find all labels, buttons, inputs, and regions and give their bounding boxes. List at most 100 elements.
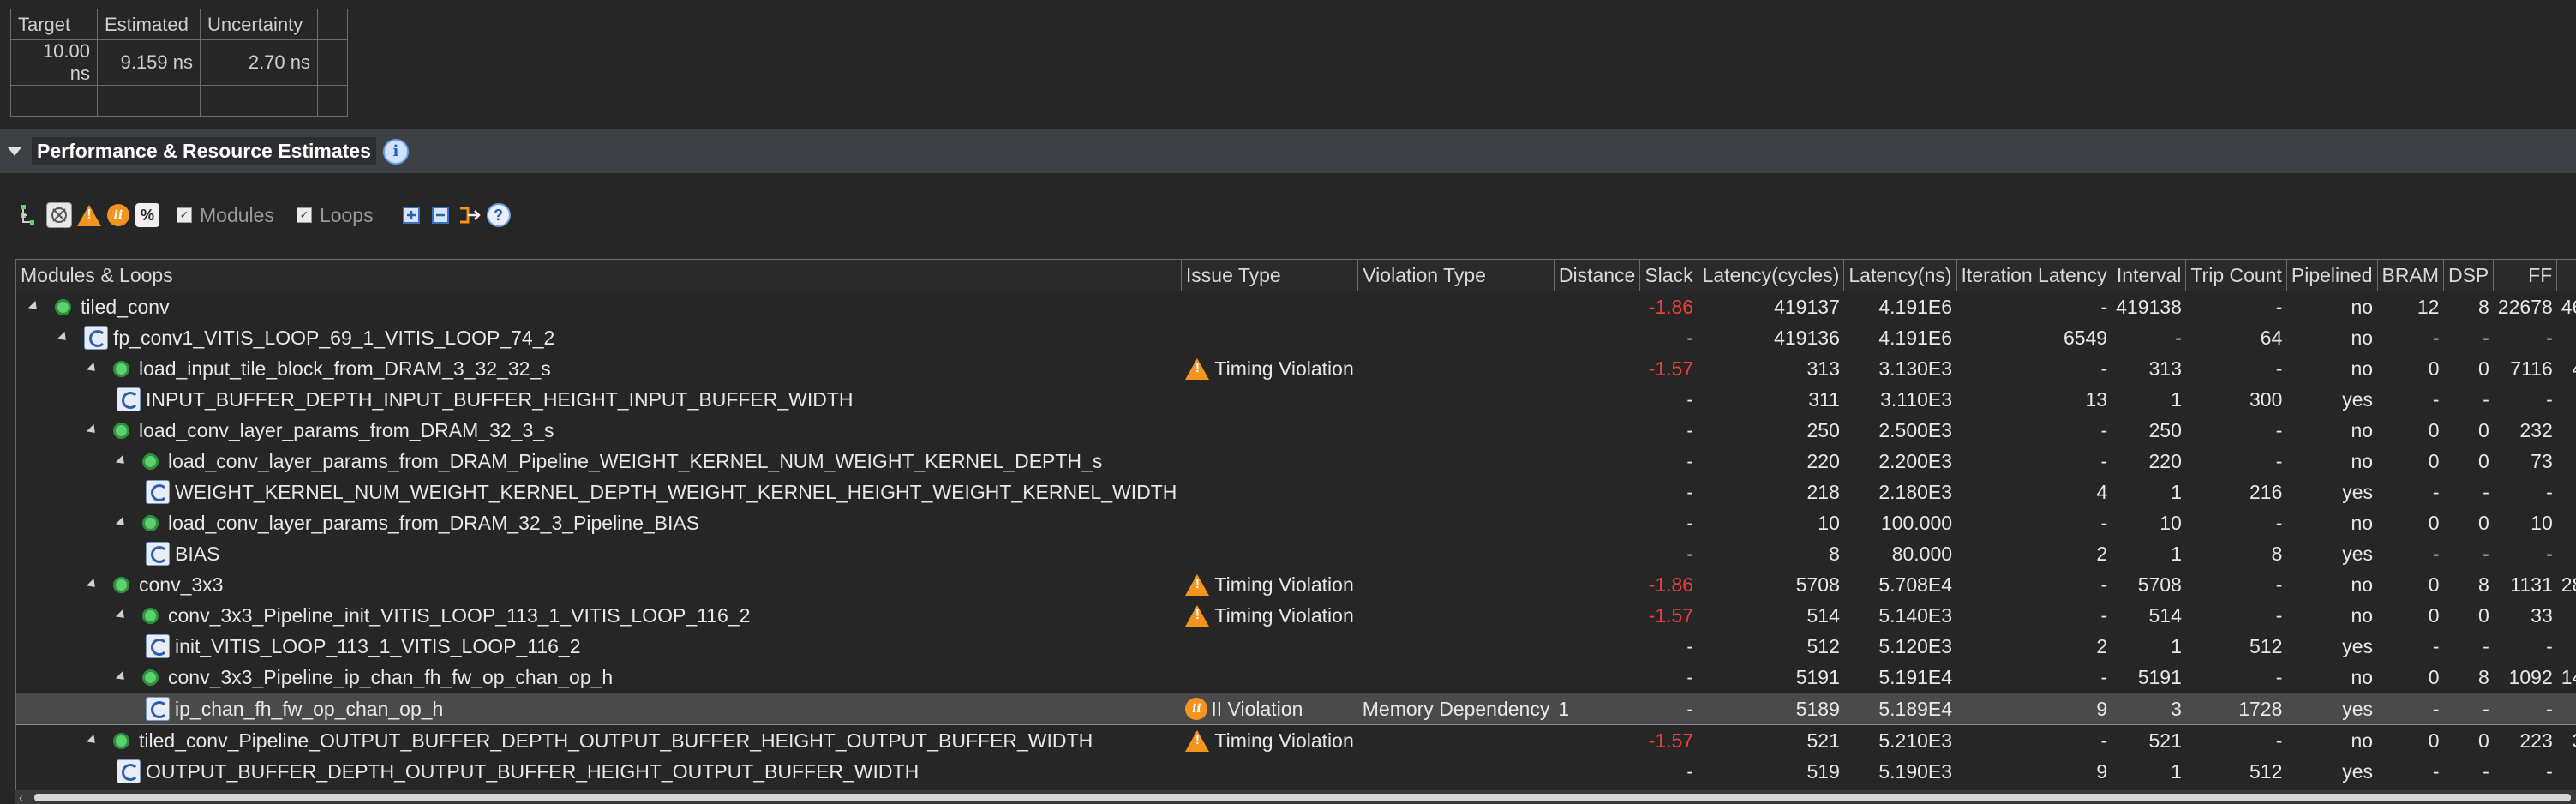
loop-row[interactable]: ip_chan_fh_fw_op_chan_op_h ii II Violation… — [16, 693, 2576, 725]
filter-icon[interactable] — [46, 202, 72, 228]
module-name-cell[interactable]: init_VITIS_LOOP_113_1_VITIS_LOOP_116_2 — [16, 631, 1181, 662]
info-icon[interactable]: i — [382, 138, 409, 165]
hierarchy-icon[interactable] — [17, 203, 41, 227]
module-row[interactable]: load_conv_layer_params_from_DRAM_32_3_s -… — [16, 415, 2576, 446]
module-name-cell[interactable]: load_conv_layer_params_from_DRAM_Pipelin… — [16, 446, 1181, 477]
lut-cell: - — [2557, 384, 2576, 415]
col-latency-cycles[interactable]: Latency(cycles) — [1698, 260, 1845, 291]
issue-type-cell[interactable] — [1181, 756, 1357, 787]
expand-toggle-icon[interactable] — [57, 331, 70, 345]
module-status-icon — [113, 360, 129, 377]
modules-loops-grid[interactable]: Modules & Loops Issue Type Violation Typ… — [15, 259, 2576, 791]
col-pipelined[interactable]: Pipelined — [2286, 260, 2378, 291]
module-row[interactable]: tiled_conv_Pipeline_OUTPUT_BUFFER_DEPTH_… — [16, 725, 2576, 757]
issue-type-cell[interactable]: ! Timing Violation — [1181, 353, 1357, 384]
issue-type-cell[interactable] — [1181, 507, 1357, 538]
scrollbar-thumb[interactable] — [34, 794, 2571, 801]
expand-toggle-icon[interactable] — [86, 362, 99, 375]
module-name-cell[interactable]: tiled_conv_Pipeline_OUTPUT_BUFFER_DEPTH_… — [16, 725, 1181, 757]
loops-checkbox[interactable]: ✓ Loops — [296, 204, 374, 227]
module-name-cell[interactable]: INPUT_BUFFER_DEPTH_INPUT_BUFFER_HEIGHT_I… — [16, 384, 1181, 415]
module-name-cell[interactable]: conv_3x3 — [16, 569, 1181, 600]
issue-type-cell[interactable]: ii II Violation — [1181, 693, 1358, 725]
expand-toggle-icon[interactable] — [86, 734, 99, 747]
issue-type-cell[interactable] — [1181, 631, 1357, 662]
module-name-cell[interactable]: load_input_tile_block_from_DRAM_3_32_32_… — [16, 353, 1181, 384]
col-lut[interactable]: L — [2556, 260, 2576, 291]
collapse-all-icon[interactable] — [428, 203, 452, 227]
percent-icon[interactable]: % — [135, 203, 159, 227]
issue-type-cell[interactable] — [1181, 415, 1357, 446]
issue-type-cell[interactable] — [1181, 291, 1357, 323]
module-name-cell[interactable]: tiled_conv — [16, 291, 1181, 323]
module-row[interactable]: tiled_conv -1.86 419137 4.191E6-419138- no 12… — [16, 291, 2576, 323]
expand-toggle-icon[interactable] — [115, 670, 129, 684]
pipelined-cell: yes — [2342, 634, 2374, 657]
issue-type-cell[interactable]: ! Timing Violation — [1181, 569, 1357, 600]
goto-source-icon[interactable] — [458, 203, 482, 227]
col-ff[interactable]: FF — [2493, 260, 2558, 291]
expand-toggle-icon[interactable] — [86, 423, 99, 437]
horizontal-scrollbar[interactable]: ‹ — [15, 790, 2576, 804]
col-distance[interactable]: Distance — [1554, 260, 1641, 291]
checkbox-check-icon[interactable]: ✓ — [177, 207, 192, 223]
module-name-cell[interactable]: ip_chan_fh_fw_op_chan_op_h — [16, 693, 1182, 725]
module-row[interactable]: load_input_tile_block_from_DRAM_3_32_32_… — [16, 353, 2576, 384]
issue-type-cell[interactable]: ! Timing Violation — [1181, 725, 1357, 757]
expand-toggle-icon[interactable] — [115, 454, 129, 468]
modules-checkbox[interactable]: ✓ Modules — [177, 204, 274, 227]
col-trip-count[interactable]: Trip Count — [2185, 260, 2287, 291]
latency-cycles-cell: 220 — [1806, 449, 1840, 472]
expand-toggle-icon[interactable] — [115, 609, 129, 622]
col-violation-type[interactable]: Violation Type — [1357, 260, 1555, 291]
module-name-cell[interactable]: conv_3x3_Pipeline_ip_chan_fh_fw_op_chan_… — [16, 662, 1181, 693]
checkbox-check-icon[interactable]: ✓ — [296, 207, 312, 223]
col-dsp[interactable]: DSP — [2443, 260, 2495, 291]
module-row[interactable]: conv_3x3! Timing Violation -1.86 5708 5.708E… — [16, 569, 2576, 600]
module-name-cell[interactable]: fp_conv1_VITIS_LOOP_69_1_VITIS_LOOP_74_2 — [16, 322, 1181, 353]
expand-toggle-icon[interactable] — [86, 578, 99, 591]
scroll-left-icon[interactable]: ‹ — [19, 790, 23, 804]
loop-row[interactable]: fp_conv1_VITIS_LOOP_69_1_VITIS_LOOP_74_2… — [16, 322, 2576, 353]
module-name-cell[interactable]: BIAS — [16, 538, 1181, 569]
expand-toggle-icon[interactable] — [27, 300, 41, 314]
col-interval[interactable]: Interval — [2112, 260, 2187, 291]
module-name-cell[interactable]: OUTPUT_BUFFER_DEPTH_OUTPUT_BUFFER_HEIGHT… — [16, 756, 1181, 787]
issue-type-cell[interactable] — [1181, 662, 1357, 693]
module-row[interactable]: conv_3x3_Pipeline_ip_chan_fh_fw_op_chan_… — [16, 662, 2576, 693]
module-name-cell[interactable]: load_conv_layer_params_from_DRAM_32_3_Pi… — [16, 507, 1181, 538]
col-modules-loops[interactable]: Modules & Loops — [16, 260, 1182, 291]
module-row[interactable]: conv_3x3_Pipeline_init_VITIS_LOOP_113_1_… — [16, 600, 2576, 631]
col-bram[interactable]: BRAM — [2377, 260, 2444, 291]
module-name-cell[interactable]: WEIGHT_KERNEL_NUM_WEIGHT_KERNEL_DEPTH_WE… — [16, 477, 1181, 507]
performance-section-header[interactable]: Performance & Resource Estimates i — [0, 129, 2576, 173]
ff-cell: 1092 — [2508, 665, 2553, 688]
collapse-arrow-icon[interactable] — [8, 147, 21, 156]
col-latency-ns[interactable]: Latency(ns) — [1843, 260, 1957, 291]
latency-ns-cell: 2.200E3 — [1878, 449, 1953, 472]
loop-row[interactable]: INPUT_BUFFER_DEPTH_INPUT_BUFFER_HEIGHT_I… — [16, 384, 2576, 415]
expand-toggle-icon[interactable] — [115, 516, 129, 530]
loop-row[interactable]: init_VITIS_LOOP_113_1_VITIS_LOOP_116_2 - 5… — [16, 631, 2576, 662]
expand-all-icon[interactable] — [399, 203, 423, 227]
col-issue-type[interactable]: Issue Type — [1181, 260, 1359, 291]
issue-type-cell[interactable] — [1181, 446, 1357, 477]
module-row[interactable]: load_conv_layer_params_from_DRAM_Pipelin… — [16, 446, 2576, 477]
issue-type-cell[interactable] — [1181, 538, 1357, 569]
loop-row[interactable]: WEIGHT_KERNEL_NUM_WEIGHT_KERNEL_DEPTH_WE… — [16, 477, 2576, 507]
module-name-cell[interactable]: conv_3x3_Pipeline_init_VITIS_LOOP_113_1_… — [16, 600, 1181, 631]
col-slack[interactable]: Slack — [1639, 260, 1698, 291]
ii-filter-icon[interactable]: ii — [106, 203, 130, 227]
module-row[interactable]: load_conv_layer_params_from_DRAM_32_3_Pi… — [16, 507, 2576, 538]
module-name-cell[interactable]: load_conv_layer_params_from_DRAM_32_3_s — [16, 415, 1181, 446]
loop-row[interactable]: BIAS-880.000218yes---- — [16, 538, 2576, 569]
warning-filter-icon[interactable]: ! — [77, 203, 101, 227]
distance-cell — [1554, 353, 1639, 384]
col-iteration-latency[interactable]: Iteration Latency — [1956, 260, 2112, 291]
loop-row[interactable]: OUTPUT_BUFFER_DEPTH_OUTPUT_BUFFER_HEIGHT… — [16, 756, 2576, 787]
help-icon[interactable]: ? — [486, 203, 511, 227]
issue-type-cell[interactable] — [1181, 322, 1357, 353]
issue-type-cell[interactable] — [1181, 477, 1357, 507]
issue-type-cell[interactable]: ! Timing Violation — [1181, 600, 1357, 631]
issue-type-cell[interactable] — [1181, 384, 1357, 415]
